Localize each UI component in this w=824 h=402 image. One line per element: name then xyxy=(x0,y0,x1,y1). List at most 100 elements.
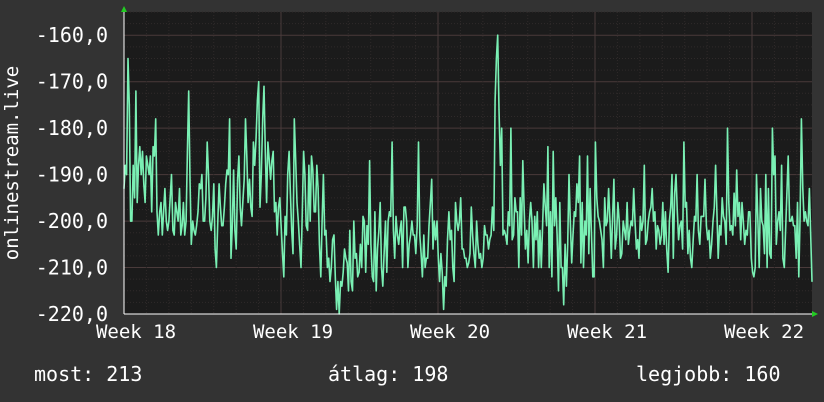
data-point xyxy=(279,197,281,199)
data-point xyxy=(456,220,458,222)
data-point xyxy=(621,253,623,255)
y-tick-label: -170,0 xyxy=(36,70,108,94)
data-point xyxy=(325,229,327,231)
data-point xyxy=(564,243,566,245)
data-point xyxy=(634,220,636,222)
data-point xyxy=(700,215,702,217)
data-point xyxy=(252,141,254,143)
data-point xyxy=(501,127,503,129)
y-axis-arrow-icon xyxy=(121,6,127,12)
data-point xyxy=(560,266,562,269)
data-point xyxy=(413,234,416,236)
data-point xyxy=(807,225,809,227)
data-point xyxy=(658,229,660,231)
data-point xyxy=(230,257,232,259)
data-point xyxy=(684,206,686,208)
data-point xyxy=(495,57,497,60)
data-point xyxy=(202,220,204,222)
data-point xyxy=(633,188,635,190)
data-point xyxy=(565,285,568,287)
data-point xyxy=(721,197,723,199)
data-point xyxy=(336,308,338,310)
data-point xyxy=(307,229,309,231)
data-point xyxy=(303,150,305,152)
data-point xyxy=(229,118,231,120)
data-point xyxy=(340,280,342,283)
data-point xyxy=(506,243,508,245)
data-point xyxy=(255,136,257,138)
data-point xyxy=(609,220,611,222)
data-point xyxy=(271,160,273,162)
data-point xyxy=(180,234,182,236)
data-point xyxy=(243,178,245,180)
data-point xyxy=(262,118,264,120)
x-tick-label: Week 19 xyxy=(253,321,333,343)
data-point xyxy=(777,220,779,222)
data-point xyxy=(423,234,425,236)
data-point xyxy=(296,201,298,204)
data-point xyxy=(724,220,726,222)
data-point xyxy=(790,220,792,222)
data-point xyxy=(213,183,215,185)
data-point xyxy=(201,174,203,176)
data-point xyxy=(524,248,527,250)
data-point xyxy=(406,220,408,222)
data-point xyxy=(400,220,402,222)
data-point xyxy=(709,257,711,259)
data-point xyxy=(811,280,813,283)
data-point xyxy=(468,262,470,264)
data-point xyxy=(151,211,153,213)
data-point xyxy=(631,225,634,227)
data-point xyxy=(189,178,191,180)
data-point xyxy=(563,304,565,306)
data-point xyxy=(361,266,363,269)
data-point xyxy=(346,262,348,264)
data-point xyxy=(448,211,450,213)
data-point xyxy=(200,188,202,190)
data-point xyxy=(342,271,344,273)
data-point xyxy=(181,225,183,227)
data-point xyxy=(528,220,531,222)
data-point xyxy=(584,220,586,222)
x-tick-label: Week 21 xyxy=(567,321,647,343)
data-point xyxy=(266,201,268,204)
data-point xyxy=(131,220,133,222)
data-point xyxy=(608,188,610,190)
data-point xyxy=(806,220,808,222)
data-point xyxy=(656,225,659,227)
data-point xyxy=(284,215,286,217)
data-point xyxy=(333,234,335,236)
data-point xyxy=(696,174,698,176)
data-point xyxy=(435,239,437,241)
data-point xyxy=(214,248,216,250)
y-axis-ticks: -160,0-170,0-180,0-190,0-200,0-210,0-220… xyxy=(36,23,108,326)
data-point xyxy=(250,206,252,208)
data-point xyxy=(446,239,449,241)
data-point xyxy=(556,234,558,236)
data-point xyxy=(691,266,693,269)
data-point xyxy=(519,197,521,199)
data-point xyxy=(683,141,685,143)
data-point xyxy=(223,206,225,208)
data-point xyxy=(701,215,704,217)
data-point xyxy=(494,99,496,101)
data-point xyxy=(733,192,735,194)
data-point xyxy=(732,234,734,236)
data-point xyxy=(273,211,276,213)
data-point xyxy=(675,174,677,176)
data-point xyxy=(641,229,643,231)
data-point xyxy=(312,169,314,171)
data-point xyxy=(469,253,471,255)
data-point xyxy=(487,248,490,250)
data-point xyxy=(293,118,295,120)
data-point xyxy=(349,229,351,231)
y-tick-label: -180,0 xyxy=(36,116,108,140)
data-point xyxy=(719,225,721,227)
data-point xyxy=(194,234,196,236)
data-point xyxy=(432,248,434,250)
data-point xyxy=(139,146,141,148)
data-point xyxy=(184,234,186,236)
data-point xyxy=(238,155,240,157)
data-point xyxy=(613,178,615,180)
data-point xyxy=(457,229,459,231)
